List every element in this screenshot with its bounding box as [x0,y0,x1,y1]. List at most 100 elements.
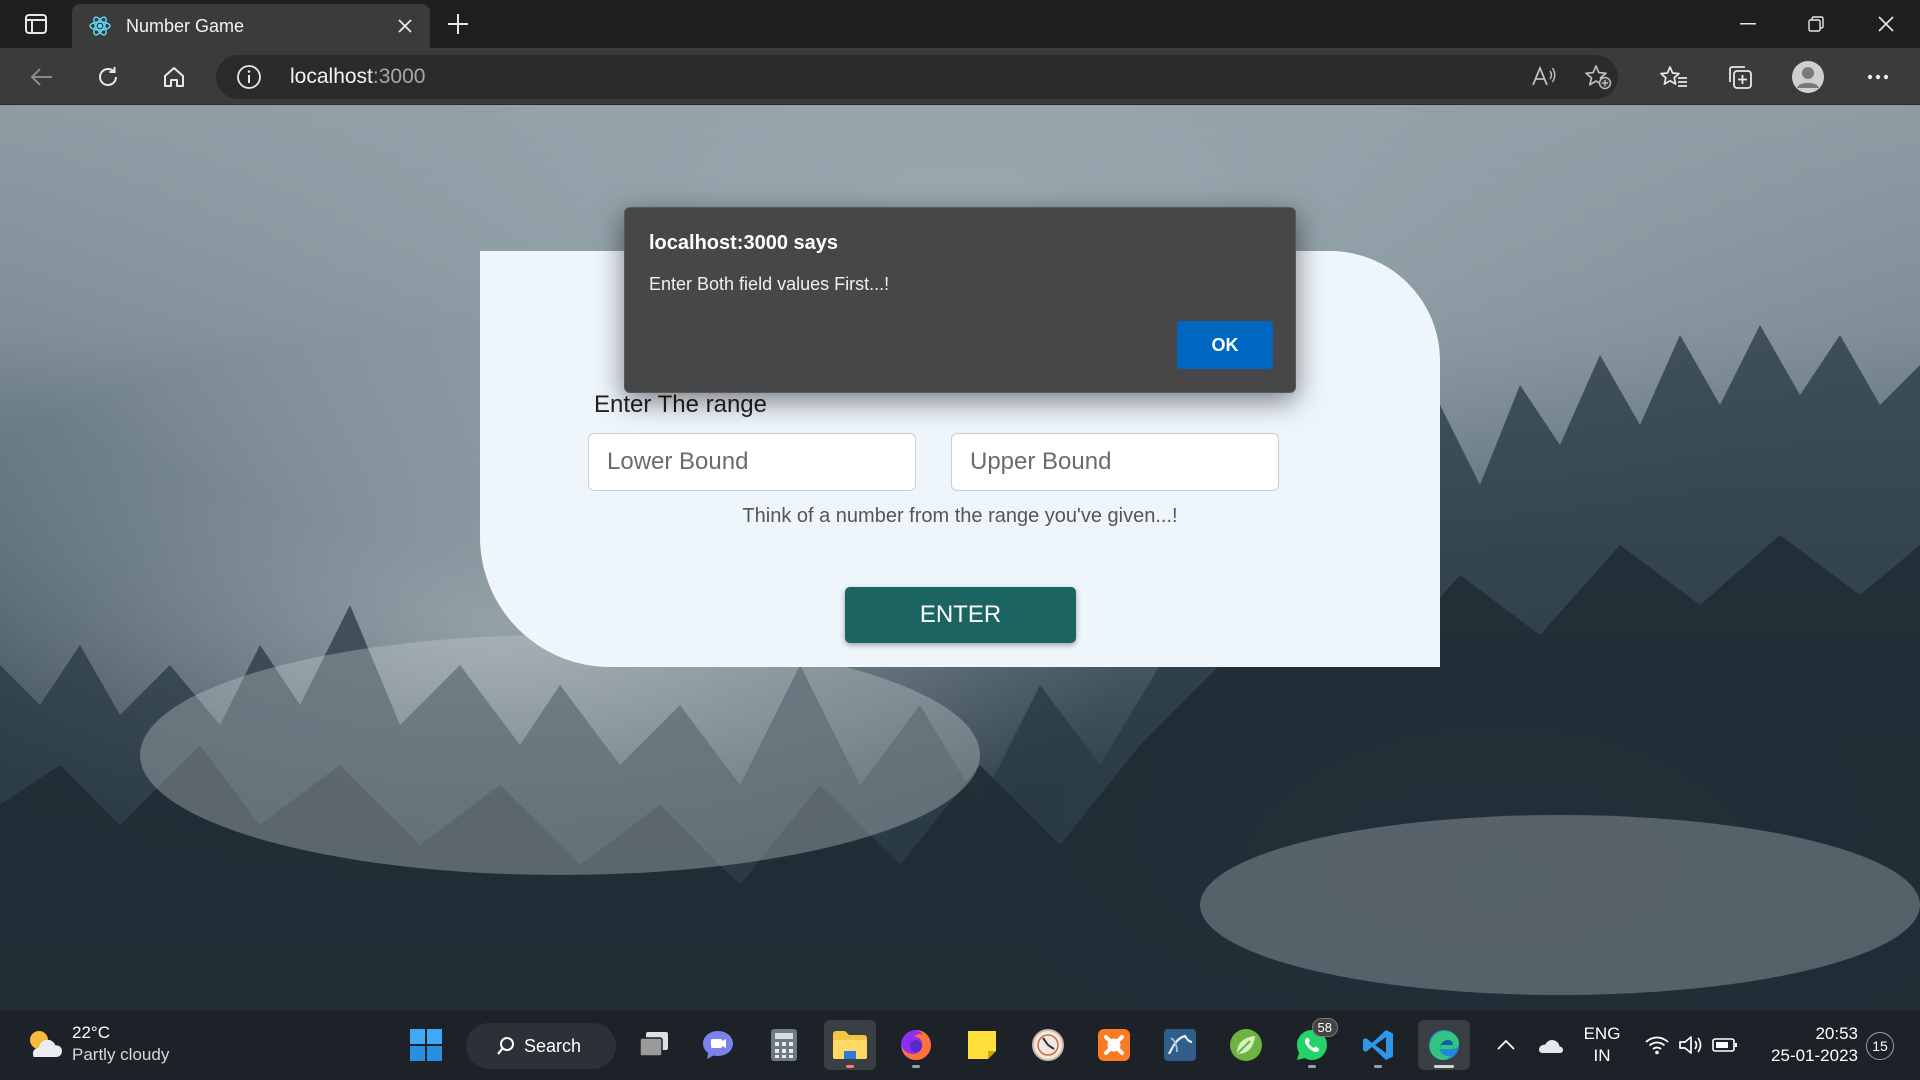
refresh-icon [99,67,117,86]
tab-actions-button[interactable] [18,10,54,38]
search-label: Search [524,1035,582,1056]
collections-icon [1729,66,1752,89]
search-icon [497,1037,514,1055]
url-host: localhost [290,65,373,88]
minimize-button[interactable] [1714,0,1782,48]
language-primary: ENG [1583,1024,1621,1043]
windows-start-icon [410,1029,442,1061]
browser-tab[interactable]: Number Game [72,4,430,48]
running-indicator [846,1065,854,1068]
profile-avatar-icon [1792,61,1824,93]
close-window-button[interactable] [1852,0,1920,48]
site-info-icon[interactable] [236,64,262,90]
chat-icon [703,1031,733,1059]
collections-button[interactable] [1720,58,1760,96]
battery-icon [1712,1038,1737,1052]
quick-settings-button[interactable] [1636,1020,1746,1070]
taskbar-vscode[interactable] [1352,1020,1404,1070]
favorites-button[interactable] [1654,58,1694,96]
add-favorite-button[interactable] [1578,58,1618,96]
minimize-icon [1740,23,1756,25]
more-horizontal-icon [1867,74,1889,80]
taskbar-spring-tool-suite[interactable] [1220,1020,1272,1070]
whatsapp-unread-badge: 58 [1311,1018,1338,1037]
taskbar-file-explorer[interactable] [824,1020,876,1070]
back-arrow-icon [30,68,52,86]
read-aloud-icon [1532,65,1556,86]
xampp-icon [1098,1029,1130,1061]
sticky-note-icon [968,1031,996,1059]
hint-text: Think of a number from the range you've … [742,505,1178,527]
clock[interactable]: 20:53 25-01-2023 [1758,1023,1858,1067]
tab-title: Number Game [126,15,245,36]
settings-more-button[interactable] [1858,58,1898,96]
running-indicator [1374,1065,1382,1068]
upper-bound-input[interactable] [951,433,1279,491]
star-add-icon [1585,65,1612,90]
language-secondary: IN [1593,1046,1611,1065]
browser-tab-bar: Number Game [0,0,1920,48]
taskbar-mysql-workbench[interactable] [1154,1020,1206,1070]
weather-temp: 22°C [72,1023,110,1042]
task-view-icon [639,1032,668,1057]
language-indicator[interactable]: ENG IN [1578,1023,1626,1067]
taskbar-sticky-notes[interactable] [956,1020,1008,1070]
running-indicator [912,1065,920,1068]
taskbar-teams-chat[interactable] [692,1020,744,1070]
mysql-workbench-icon [1164,1029,1196,1061]
clock-app-icon [1032,1029,1064,1061]
taskbar-whatsapp[interactable]: 58 [1286,1018,1338,1070]
notification-count-badge[interactable]: 15 [1866,1032,1894,1060]
home-button[interactable] [154,58,194,96]
favorites-icon [1660,66,1687,87]
partly-cloudy-icon [30,1031,62,1057]
refresh-button[interactable] [88,58,128,96]
tab-close-button[interactable] [388,9,422,43]
close-icon [398,19,412,33]
spring-leaf-icon [1230,1029,1262,1061]
taskbar-xampp[interactable] [1088,1020,1140,1070]
range-label: Enter The range [594,391,768,418]
browser-toolbar: localhost:3000 [0,48,1920,105]
running-indicator [1434,1065,1454,1068]
react-favicon-icon [89,16,111,36]
profile-button[interactable] [1788,58,1828,96]
close-window-icon [1878,16,1894,32]
address-bar[interactable]: localhost:3000 [216,55,1618,99]
chevron-up-icon [1497,1040,1515,1050]
dialog-message: Enter Both field values First...! [649,274,890,294]
edge-browser-icon [1429,1030,1459,1060]
restore-icon [1808,16,1824,32]
show-hidden-icons-button[interactable] [1488,1020,1524,1070]
lower-bound-input[interactable] [588,433,916,491]
taskbar-clock-app[interactable] [1022,1020,1074,1070]
new-tab-button[interactable] [440,6,476,42]
enter-button[interactable]: ENTER [845,587,1076,643]
weather-widget[interactable]: 22°C Partly cloudy [24,1022,169,1066]
taskbar-calculator[interactable] [758,1020,810,1070]
start-button[interactable] [400,1020,452,1070]
taskbar-firefox[interactable] [890,1020,942,1070]
dialog-ok-button[interactable]: OK [1177,321,1273,369]
restore-button[interactable] [1782,0,1850,48]
vscode-icon [1363,1030,1393,1060]
folder-icon [833,1031,867,1059]
back-button[interactable] [22,58,62,96]
taskbar-edge[interactable] [1418,1020,1470,1070]
read-aloud-button[interactable] [1524,58,1564,96]
calculator-icon [771,1029,797,1061]
alert-dialog: localhost:3000 says Enter Both field val… [624,207,1296,393]
clock-date: 25-01-2023 [1771,1046,1858,1065]
dialog-title: localhost:3000 says [649,232,838,254]
taskbar-task-view[interactable] [628,1020,680,1070]
volume-icon [1679,1036,1702,1054]
windows-taskbar: 22°C Partly cloudy Search 58 ENG IN 20:5… [0,1009,1920,1080]
firefox-icon [901,1030,931,1060]
taskbar-search[interactable]: Search [466,1023,616,1069]
onedrive-button[interactable] [1528,1020,1572,1070]
clock-time: 20:53 [1815,1024,1858,1043]
wifi-icon [1645,1036,1669,1055]
home-icon [164,67,184,87]
page-viewport: Whats on your Mind...? Enter The range T… [0,105,1920,1009]
address-url[interactable]: localhost:3000 [290,65,425,89]
